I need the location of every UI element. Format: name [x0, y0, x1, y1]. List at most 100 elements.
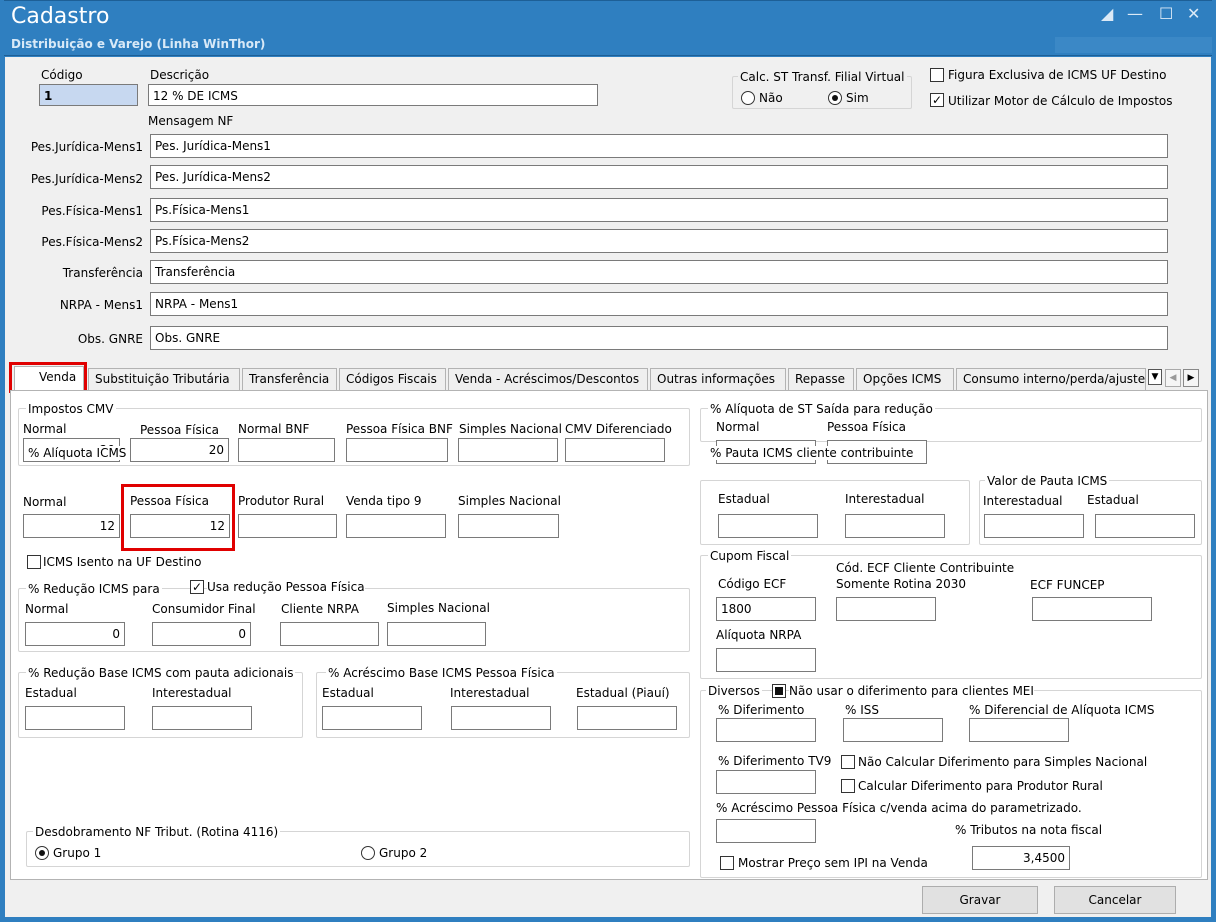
pauta-interestadual-field[interactable]	[845, 514, 945, 538]
restore-icon[interactable]: ◢	[1101, 5, 1113, 23]
aliquota-nrpa-label: Alíquota NRPA	[716, 628, 802, 642]
impostos-cmv-title: Impostos CMV	[26, 402, 116, 416]
ab-piaui-field[interactable]	[577, 706, 677, 730]
grupo2-radio[interactable]	[361, 846, 375, 860]
minimize-icon[interactable]: —	[1127, 5, 1143, 23]
vp-estadual-label: Estadual	[1087, 493, 1139, 507]
calc-st-label: Calc. ST Transf. Filial Virtual	[738, 70, 907, 84]
st-saida-title: % Alíquota de ST Saída para redução	[708, 402, 935, 416]
cmv-simples-label: Simples Nacional	[459, 422, 562, 436]
tributos-field[interactable]: 3,4500	[972, 846, 1070, 870]
aliq-simples-field[interactable]	[458, 514, 559, 538]
tab-substituicao-tributaria[interactable]: Substituição Tributária	[88, 368, 240, 390]
cod-ecf-contrib-label-2: Somente Rotina 2030	[836, 577, 967, 591]
pauta-icms-title: % Pauta ICMS cliente contribuinte	[708, 446, 916, 460]
tab-opcoes-icms[interactable]: Opções ICMS	[856, 368, 954, 390]
nao-calcular-checkbox[interactable]	[841, 755, 855, 769]
diferimento-tv9-field[interactable]	[716, 770, 816, 794]
ecf-funcep-field[interactable]	[1032, 597, 1152, 621]
mostrar-preco-checkbox[interactable]	[720, 856, 734, 870]
cancelar-button[interactable]: Cancelar	[1054, 886, 1176, 914]
utilizar-motor-checkbox[interactable]: ✓	[930, 93, 944, 107]
reducao-icms-title: % Redução ICMS para	[26, 582, 162, 596]
calc-st-nao-label: Não	[759, 91, 783, 105]
tabs-scroll-right-icon[interactable]: ▶	[1183, 369, 1199, 387]
msg-field-7[interactable]: Obs. GNRE	[150, 326, 1168, 350]
tab-consumo-interno[interactable]: Consumo interno/perda/ajuste	[956, 368, 1146, 390]
grupo1-radio[interactable]	[35, 846, 49, 860]
codigo-field[interactable]: 1	[39, 84, 138, 106]
msg-field-1[interactable]: Pes. Jurídica-Mens1	[150, 134, 1168, 158]
cmv-normal-bnf-label: Normal BNF	[238, 422, 310, 436]
aliq-produtor-field[interactable]	[238, 514, 337, 538]
msg-field-2[interactable]: Pes. Jurídica-Mens2	[150, 165, 1168, 189]
acrescimo-pf-field[interactable]	[716, 819, 816, 843]
diferimento-field[interactable]	[716, 718, 816, 742]
aliquota-icms-title: % Alíquota ICMS	[26, 446, 129, 460]
msg-field-4[interactable]: Ps.Física-Mens2	[150, 229, 1168, 253]
maximize-icon[interactable]: ☐	[1159, 5, 1173, 23]
msg-label-7: Obs. GNRE	[77, 332, 143, 346]
red-simples-field[interactable]	[387, 622, 486, 646]
utilizar-motor-label: Utilizar Motor de Cálculo de Impostos	[948, 94, 1173, 108]
tabs-dropdown-icon[interactable]: ▼	[1148, 369, 1162, 385]
diferimento-label: % Diferimento	[718, 703, 805, 717]
usa-reducao-checkbox[interactable]: ✓	[190, 580, 204, 594]
nao-usar-diferimento-checkbox[interactable]	[772, 684, 786, 698]
diferencial-field[interactable]	[969, 718, 1069, 742]
vp-interestadual-label: Interestadual	[983, 494, 1063, 508]
aliquota-nrpa-field[interactable]	[716, 648, 816, 672]
tab-codigos-fiscais[interactable]: Códigos Fiscais	[339, 368, 446, 390]
rb-interestadual-field[interactable]	[152, 706, 252, 730]
st-normal-label: Normal	[716, 420, 760, 434]
nao-calcular-label: Não Calcular Diferimento para Simples Na…	[858, 755, 1148, 769]
ab-estadual-field[interactable]	[322, 706, 422, 730]
figura-exclusiva-checkbox[interactable]	[930, 68, 944, 82]
vp-interestadual-field[interactable]	[984, 514, 1084, 538]
red-consumidor-field[interactable]: 0	[152, 622, 251, 646]
tab-outras-informacoes[interactable]: Outras informações	[650, 368, 786, 390]
ab-estadual-label: Estadual	[322, 686, 374, 700]
cod-ecf-contrib-label-1: Cód. ECF Cliente Contribuinte	[836, 561, 1015, 575]
msg-field-5[interactable]: Transferência	[150, 260, 1168, 284]
pauta-estadual-field[interactable]	[718, 514, 818, 538]
pauta-estadual-label: Estadual	[718, 492, 770, 506]
calc-st-nao-radio[interactable]	[741, 91, 755, 105]
close-icon[interactable]: ✕	[1187, 5, 1200, 23]
vp-estadual-field[interactable]	[1095, 514, 1195, 538]
tab-transferencia[interactable]: Transferência	[242, 368, 337, 390]
calc-st-sim-label: Sim	[846, 91, 869, 105]
aliq-pf-label: Pessoa Física	[130, 494, 209, 508]
title-bar-decoration	[1055, 37, 1213, 53]
red-normal-field[interactable]: 0	[25, 622, 125, 646]
gravar-button[interactable]: Gravar	[922, 886, 1038, 914]
calc-st-sim-radio[interactable]	[828, 91, 842, 105]
msg-field-6[interactable]: NRPA - Mens1	[150, 292, 1168, 316]
ab-interestadual-field[interactable]	[451, 706, 551, 730]
usa-reducao-label: Usa redução Pessoa Física	[207, 580, 365, 594]
aliq-venda9-field[interactable]	[346, 514, 446, 538]
red-consumidor-label: Consumidor Final	[152, 602, 256, 616]
msg-label-4: Pes.Física-Mens2	[41, 235, 143, 249]
aliq-normal-field[interactable]: 12	[23, 514, 120, 538]
icms-isento-checkbox[interactable]	[27, 555, 41, 569]
tabs-scroll-left-icon[interactable]: ◀	[1165, 369, 1181, 387]
descricao-field[interactable]: 12 % DE ICMS	[148, 84, 598, 106]
rb-estadual-field[interactable]	[25, 706, 125, 730]
aliq-pf-field[interactable]: 12	[130, 514, 230, 538]
cod-ecf-contrib-field[interactable]	[836, 597, 936, 621]
rb-estadual-label: Estadual	[25, 686, 77, 700]
tab-venda-acrescimos[interactable]: Venda - Acréscimos/Descontos	[448, 368, 648, 390]
red-nrpa-field[interactable]	[280, 622, 379, 646]
msg-label-5: Transferência	[62, 266, 143, 280]
ab-piaui-label: Estadual (Piauí)	[576, 686, 670, 700]
calcular-produtor-checkbox[interactable]	[841, 779, 855, 793]
tab-venda[interactable]: Venda	[14, 366, 84, 391]
st-pf-label: Pessoa Física	[827, 420, 906, 434]
tab-repasse[interactable]: Repasse	[788, 368, 854, 390]
aliq-venda9-label: Venda tipo 9	[346, 494, 422, 508]
msg-field-3[interactable]: Ps.Física-Mens1	[150, 198, 1168, 222]
acrescimo-base-title: % Acréscimo Base ICMS Pessoa Física	[326, 666, 557, 680]
codigo-ecf-field[interactable]: 1800	[716, 597, 816, 621]
iss-field[interactable]	[843, 718, 943, 742]
